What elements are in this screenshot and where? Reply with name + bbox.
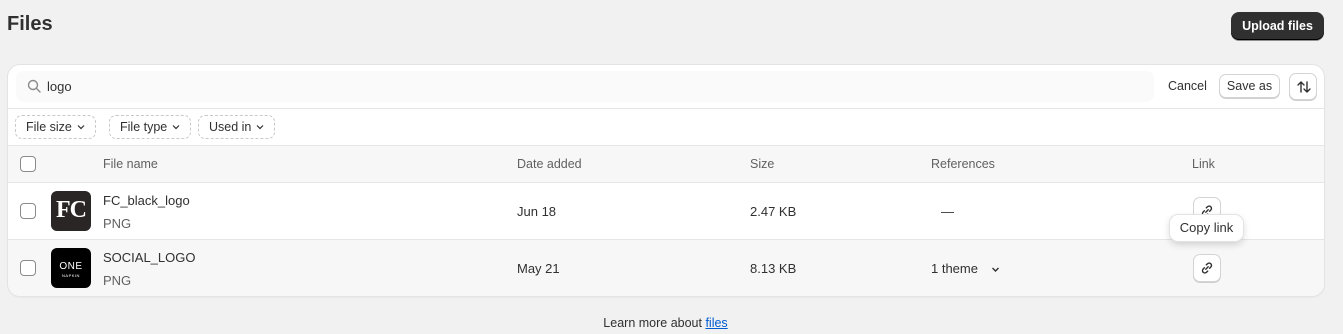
thumbnail-logo-subtext: NAPKIN (62, 273, 80, 278)
thumbnail-logo-text: FC (56, 197, 87, 223)
column-link: Link (1192, 157, 1215, 171)
search-bar: Cancel Save as (8, 65, 1324, 108)
file-type: PNG (103, 216, 132, 231)
sort-button[interactable] (1289, 73, 1317, 100)
file-type: PNG (103, 273, 132, 288)
file-thumbnail: ONE NAPKIN (51, 248, 91, 288)
filter-file-size[interactable]: File size (15, 115, 96, 139)
search-icon (27, 79, 41, 93)
filter-label: File size (26, 120, 72, 134)
filter-label: File type (120, 120, 168, 134)
table-row[interactable]: FC FC_black_logo PNG Jun 18 2.47 KB — (8, 183, 1324, 240)
cancel-button[interactable]: Cancel (1164, 75, 1211, 97)
copy-link-tooltip: Copy link (1170, 215, 1243, 241)
search-input[interactable] (47, 77, 947, 95)
files-help-link[interactable]: files (705, 316, 727, 330)
chevron-down-icon (256, 125, 264, 130)
file-size: 8.13 KB (750, 261, 797, 276)
thumbnail-logo-text: ONE (59, 261, 83, 272)
chevron-down-icon (77, 125, 85, 130)
chevron-down-icon[interactable] (991, 265, 1000, 274)
column-references: References (931, 157, 995, 171)
filter-bar: File size File type Used in (8, 108, 1324, 145)
table-row[interactable]: ONE NAPKIN SOCIAL_LOGO PNG May 21 8.13 K… (8, 240, 1324, 296)
sort-icon (1297, 81, 1311, 93)
link-icon (1201, 262, 1213, 274)
upload-files-button[interactable]: Upload files (1231, 12, 1324, 40)
column-date-added[interactable]: Date added (517, 157, 582, 171)
file-name[interactable]: SOCIAL_LOGO (103, 250, 195, 265)
date-added: Jun 18 (517, 204, 557, 219)
column-file-name[interactable]: File name (103, 157, 158, 171)
date-added: May 21 (517, 261, 560, 276)
file-thumbnail: FC (51, 191, 91, 231)
filter-label: Used in (209, 120, 252, 134)
page-title: Files (7, 13, 53, 35)
row-checkbox[interactable] (20, 203, 36, 219)
row-checkbox[interactable] (20, 260, 36, 276)
learn-more-footer: Learn more about files (0, 316, 1331, 330)
references-dropdown[interactable]: 1 theme (931, 261, 978, 276)
filter-used-in[interactable]: Used in (198, 115, 276, 139)
learn-more-text: Learn more about (603, 316, 706, 330)
references-value: — (941, 204, 954, 219)
file-size: 2.47 KB (750, 204, 797, 219)
column-size[interactable]: Size (750, 157, 774, 171)
table-header: File name Date added Size References Lin… (8, 145, 1324, 183)
files-card: Cancel Save as File size File type Used … (8, 65, 1324, 296)
filter-file-type[interactable]: File type (109, 115, 192, 139)
file-name[interactable]: FC_black_logo (103, 193, 190, 208)
save-as-button[interactable]: Save as (1219, 74, 1280, 98)
chevron-down-icon (172, 125, 180, 130)
select-all-checkbox[interactable] (20, 156, 36, 172)
copy-link-button[interactable] (1193, 254, 1221, 282)
